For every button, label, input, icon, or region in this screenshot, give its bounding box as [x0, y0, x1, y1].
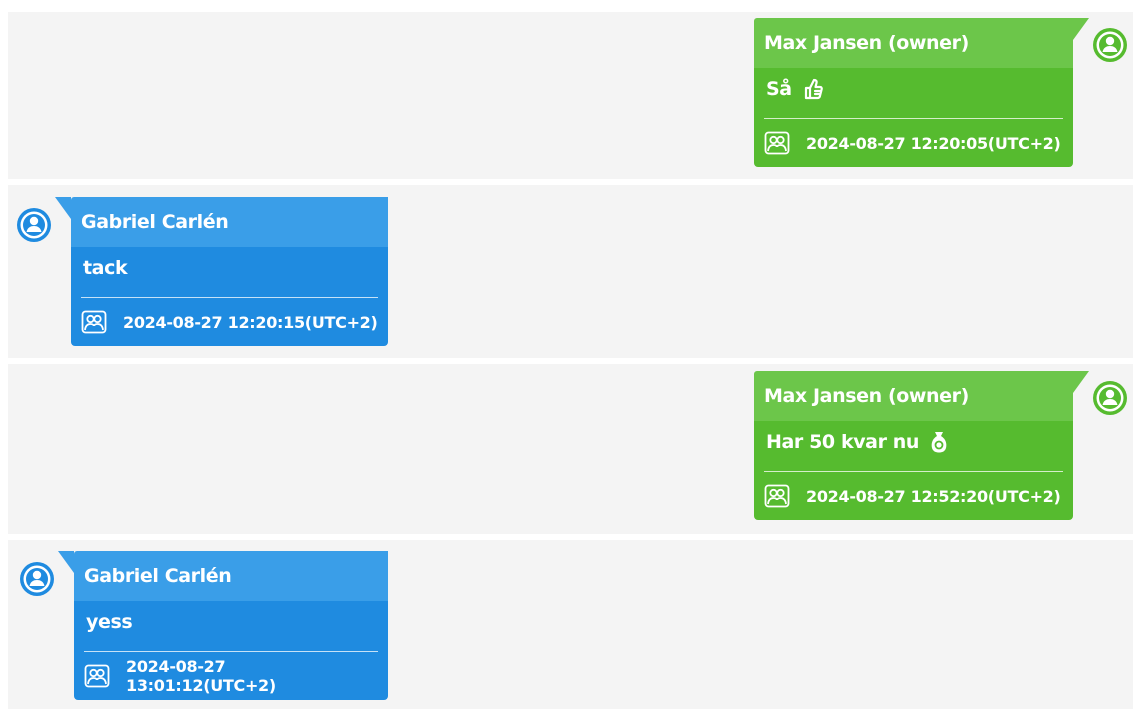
message-content: Har 50 kvar nu [764, 421, 1063, 463]
sender-name: Max Jansen (owner) [754, 371, 1073, 421]
users-icon [81, 310, 107, 334]
message-footer: 2024-08-27 13:01:12(UTC+2) [84, 652, 378, 700]
message-bubble-owner: Max Jansen (owner) Har 50 kvar nu 2024-0… [754, 371, 1089, 520]
user-avatar-icon[interactable] [1092, 380, 1128, 416]
bubble-tail [55, 197, 71, 219]
message-footer: 2024-08-27 12:20:05(UTC+2) [764, 119, 1063, 167]
message-timestamp: 2024-08-27 12:52:20(UTC+2) [806, 486, 1061, 506]
sender-name: Gabriel Carlén [74, 551, 388, 601]
message-timestamp: 2024-08-27 12:20:15(UTC+2) [123, 312, 378, 332]
message-footer: 2024-08-27 12:52:20(UTC+2) [764, 472, 1063, 520]
bubble-tail [1073, 371, 1089, 393]
user-avatar-icon[interactable] [16, 207, 52, 243]
thumbs-up-icon [802, 77, 824, 101]
message-text: tack [83, 257, 128, 279]
message-text: Har 50 kvar nu [766, 431, 920, 453]
message-text: yess [86, 611, 133, 633]
message-content: yess [84, 601, 378, 643]
money-bag-icon [929, 430, 949, 454]
message-footer: 2024-08-27 12:20:15(UTC+2) [81, 298, 378, 346]
message-timestamp: 2024-08-27 12:20:05(UTC+2) [806, 133, 1061, 153]
message-bubble-owner: Max Jansen (owner) Så 2024-08-27 12:20:0… [754, 18, 1089, 167]
message-body: Så 2024-08-27 12:20:05(UTC+2) [754, 68, 1073, 167]
user-avatar-icon[interactable] [19, 561, 55, 597]
message-body: tack 2024-08-27 12:20:15(UTC+2) [71, 247, 388, 346]
sender-name: Max Jansen (owner) [754, 18, 1073, 68]
message-timestamp: 2024-08-27 13:01:12(UTC+2) [126, 657, 276, 695]
users-icon [764, 131, 790, 155]
message-text: Så [766, 78, 792, 100]
sender-name: Gabriel Carlén [71, 197, 388, 247]
bubble-tail [58, 551, 74, 573]
message-body: yess 2024-08-27 13:01:12(UTC+2) [74, 601, 388, 700]
message-bubble-contact: Gabriel Carlén yess 2024-08-27 13:01:12(… [58, 551, 388, 700]
message-content: tack [81, 247, 378, 289]
users-icon [84, 664, 110, 688]
message-content: Så [764, 68, 1063, 110]
message-bubble-contact: Gabriel Carlén tack 2024-08-27 12:20:15(… [55, 197, 388, 346]
bubble-tail [1073, 18, 1089, 40]
chat-thread: Max Jansen (owner) Så 2024-08-27 12:20:0… [0, 0, 1133, 709]
message-body: Har 50 kvar nu 2024-08-27 12:52:20(UTC+2… [754, 421, 1073, 520]
user-avatar-icon[interactable] [1092, 27, 1128, 63]
users-icon [764, 484, 790, 508]
